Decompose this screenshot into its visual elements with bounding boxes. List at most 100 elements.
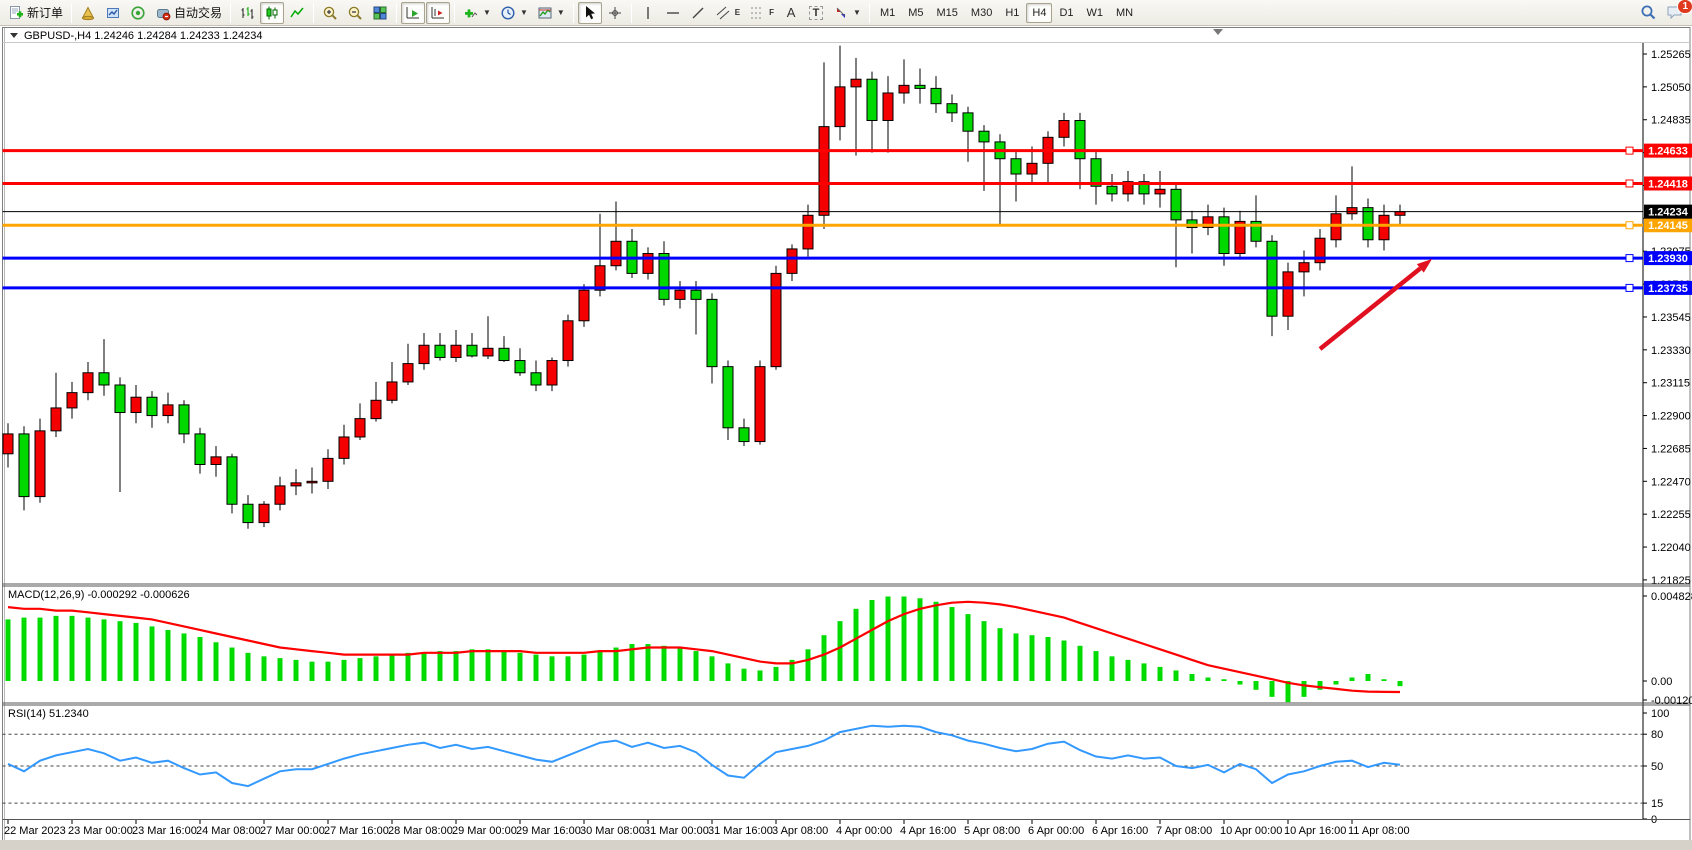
svg-text:31 Mar 16:00: 31 Mar 16:00 <box>708 825 773 837</box>
trendline-tool-button[interactable] <box>686 2 710 24</box>
separator <box>454 3 455 23</box>
svg-text:1.23735: 1.23735 <box>1648 283 1688 295</box>
timeframe-button-mn[interactable]: MN <box>1110 3 1139 23</box>
macd-histogram-bar <box>102 619 107 681</box>
text-tool-button[interactable]: A <box>779 2 803 24</box>
svg-text:80: 80 <box>1651 729 1663 741</box>
line-handle[interactable] <box>1626 255 1633 262</box>
candlestick-mode-button[interactable] <box>260 2 284 24</box>
macd-histogram-bar <box>182 633 187 681</box>
svg-text:0.004828: 0.004828 <box>1651 591 1692 603</box>
search-button[interactable] <box>1636 2 1661 24</box>
timeframe-button-d1[interactable]: D1 <box>1053 3 1079 23</box>
tile-windows-button[interactable] <box>368 2 392 24</box>
macd-histogram-bar <box>1110 656 1115 681</box>
arrows-tool-button[interactable]: ▼ <box>829 2 865 24</box>
auto-scroll-button[interactable] <box>401 2 425 24</box>
fibonacci-tool-button[interactable]: F <box>745 2 778 24</box>
auto-trading-button[interactable]: 自动交易 <box>151 2 226 24</box>
vertical-line-icon <box>641 5 655 21</box>
market-watch-icon <box>105 5 121 21</box>
history-center-button[interactable] <box>76 2 100 24</box>
periods-button[interactable]: ▼ <box>496 2 532 24</box>
macd-histogram-bar <box>70 616 75 681</box>
zoom-in-button[interactable] <box>318 2 342 24</box>
line-handle[interactable] <box>1626 222 1633 229</box>
macd-histogram-bar <box>1366 674 1371 681</box>
new-order-icon <box>8 5 24 21</box>
macd-histogram-bar <box>822 635 827 681</box>
macd-histogram-bar <box>358 658 363 681</box>
macd-histogram-bar <box>1398 681 1403 686</box>
macd-histogram-bar <box>118 621 123 681</box>
svg-text:1.22255: 1.22255 <box>1651 509 1691 521</box>
timeframe-button-m1[interactable]: M1 <box>874 3 901 23</box>
svg-text:RSI(14) 51.2340: RSI(14) 51.2340 <box>8 708 89 720</box>
signals-button[interactable] <box>126 2 150 24</box>
macd-histogram-bar <box>1062 641 1067 681</box>
text-label-tool-button[interactable]: T <box>804 2 828 24</box>
svg-text:1.21825: 1.21825 <box>1651 575 1691 587</box>
auto-trading-label: 自动交易 <box>174 4 222 21</box>
market-watch-button[interactable] <box>101 2 125 24</box>
timeframe-button-m5[interactable]: M5 <box>902 3 929 23</box>
timeframe-button-m30[interactable]: M30 <box>965 3 998 23</box>
macd-histogram-bar <box>998 628 1003 681</box>
zoom-out-button[interactable] <box>343 2 367 24</box>
chevron-down-icon: ▼ <box>557 8 565 17</box>
timeframe-button-h1[interactable]: H1 <box>999 3 1025 23</box>
cursor-tool-button[interactable] <box>578 2 602 24</box>
macd-histogram-bar <box>310 662 315 681</box>
auto-scroll-icon <box>405 5 421 21</box>
macd-histogram-bar <box>262 656 267 681</box>
timeframe-button-m15[interactable]: M15 <box>931 3 964 23</box>
signal-icon <box>130 5 146 21</box>
svg-text:1.24418: 1.24418 <box>1648 178 1688 190</box>
line-handle[interactable] <box>1626 147 1633 154</box>
notification-badge: 1 <box>1677 0 1692 14</box>
indicators-button[interactable]: ▼ <box>459 2 495 24</box>
bar-chart-mode-button[interactable] <box>235 2 259 24</box>
templates-button[interactable]: ▼ <box>533 2 569 24</box>
svg-text:29 Mar 16:00: 29 Mar 16:00 <box>516 825 581 837</box>
separator <box>313 3 314 23</box>
svg-text:28 Mar 08:00: 28 Mar 08:00 <box>388 825 453 837</box>
macd-histogram-bar <box>454 651 459 681</box>
timeframe-button-h4[interactable]: H4 <box>1026 3 1052 23</box>
svg-text:1.24835: 1.24835 <box>1651 115 1691 127</box>
chevron-down-icon: ▼ <box>520 8 528 17</box>
new-order-button[interactable]: 新订单 <box>4 2 67 24</box>
chart-canvas[interactable]: GBPUSD-,H4 1.24246 1.24284 1.24233 1.242… <box>0 26 1692 850</box>
channel-tool-button[interactable]: E <box>711 2 744 24</box>
macd-histogram-bar <box>1014 633 1019 681</box>
macd-histogram-bar <box>806 649 811 681</box>
zoom-in-icon <box>322 5 338 21</box>
timeframe-button-w1[interactable]: W1 <box>1081 3 1110 23</box>
chart-shift-button[interactable] <box>426 2 450 24</box>
chart-window[interactable]: GBPUSD-,H4 1.24246 1.24284 1.24233 1.242… <box>0 26 1692 850</box>
macd-histogram-bar <box>38 618 43 681</box>
indicators-icon <box>463 5 479 21</box>
svg-text:MACD(12,26,9) -0.000292 -0.000: MACD(12,26,9) -0.000292 -0.000626 <box>8 589 190 601</box>
horizontal-line-tool-button[interactable] <box>661 2 685 24</box>
line-chart-mode-button[interactable] <box>285 2 309 24</box>
vertical-line-tool-button[interactable] <box>636 2 660 24</box>
macd-histogram-bar <box>214 642 219 681</box>
macd-histogram-bar <box>22 618 27 681</box>
crosshair-tool-button[interactable] <box>603 2 627 24</box>
macd-histogram-bar <box>230 648 235 681</box>
macd-histogram-bar <box>86 618 91 681</box>
macd-histogram-bar <box>918 598 923 681</box>
candle <box>563 315 573 367</box>
svg-text:29 Mar 00:00: 29 Mar 00:00 <box>452 825 517 837</box>
trendline-icon <box>690 5 706 21</box>
ohlc-bars-icon <box>239 5 255 21</box>
svg-text:50: 50 <box>1651 761 1663 773</box>
line-handle[interactable] <box>1626 284 1633 291</box>
line-handle[interactable] <box>1626 180 1633 187</box>
candle <box>35 419 45 503</box>
macd-histogram-bar <box>1174 670 1179 681</box>
macd-histogram-bar <box>1222 679 1227 681</box>
cursor-arrow-icon <box>582 5 598 21</box>
notifications-button[interactable]: 1 <box>1662 2 1688 24</box>
